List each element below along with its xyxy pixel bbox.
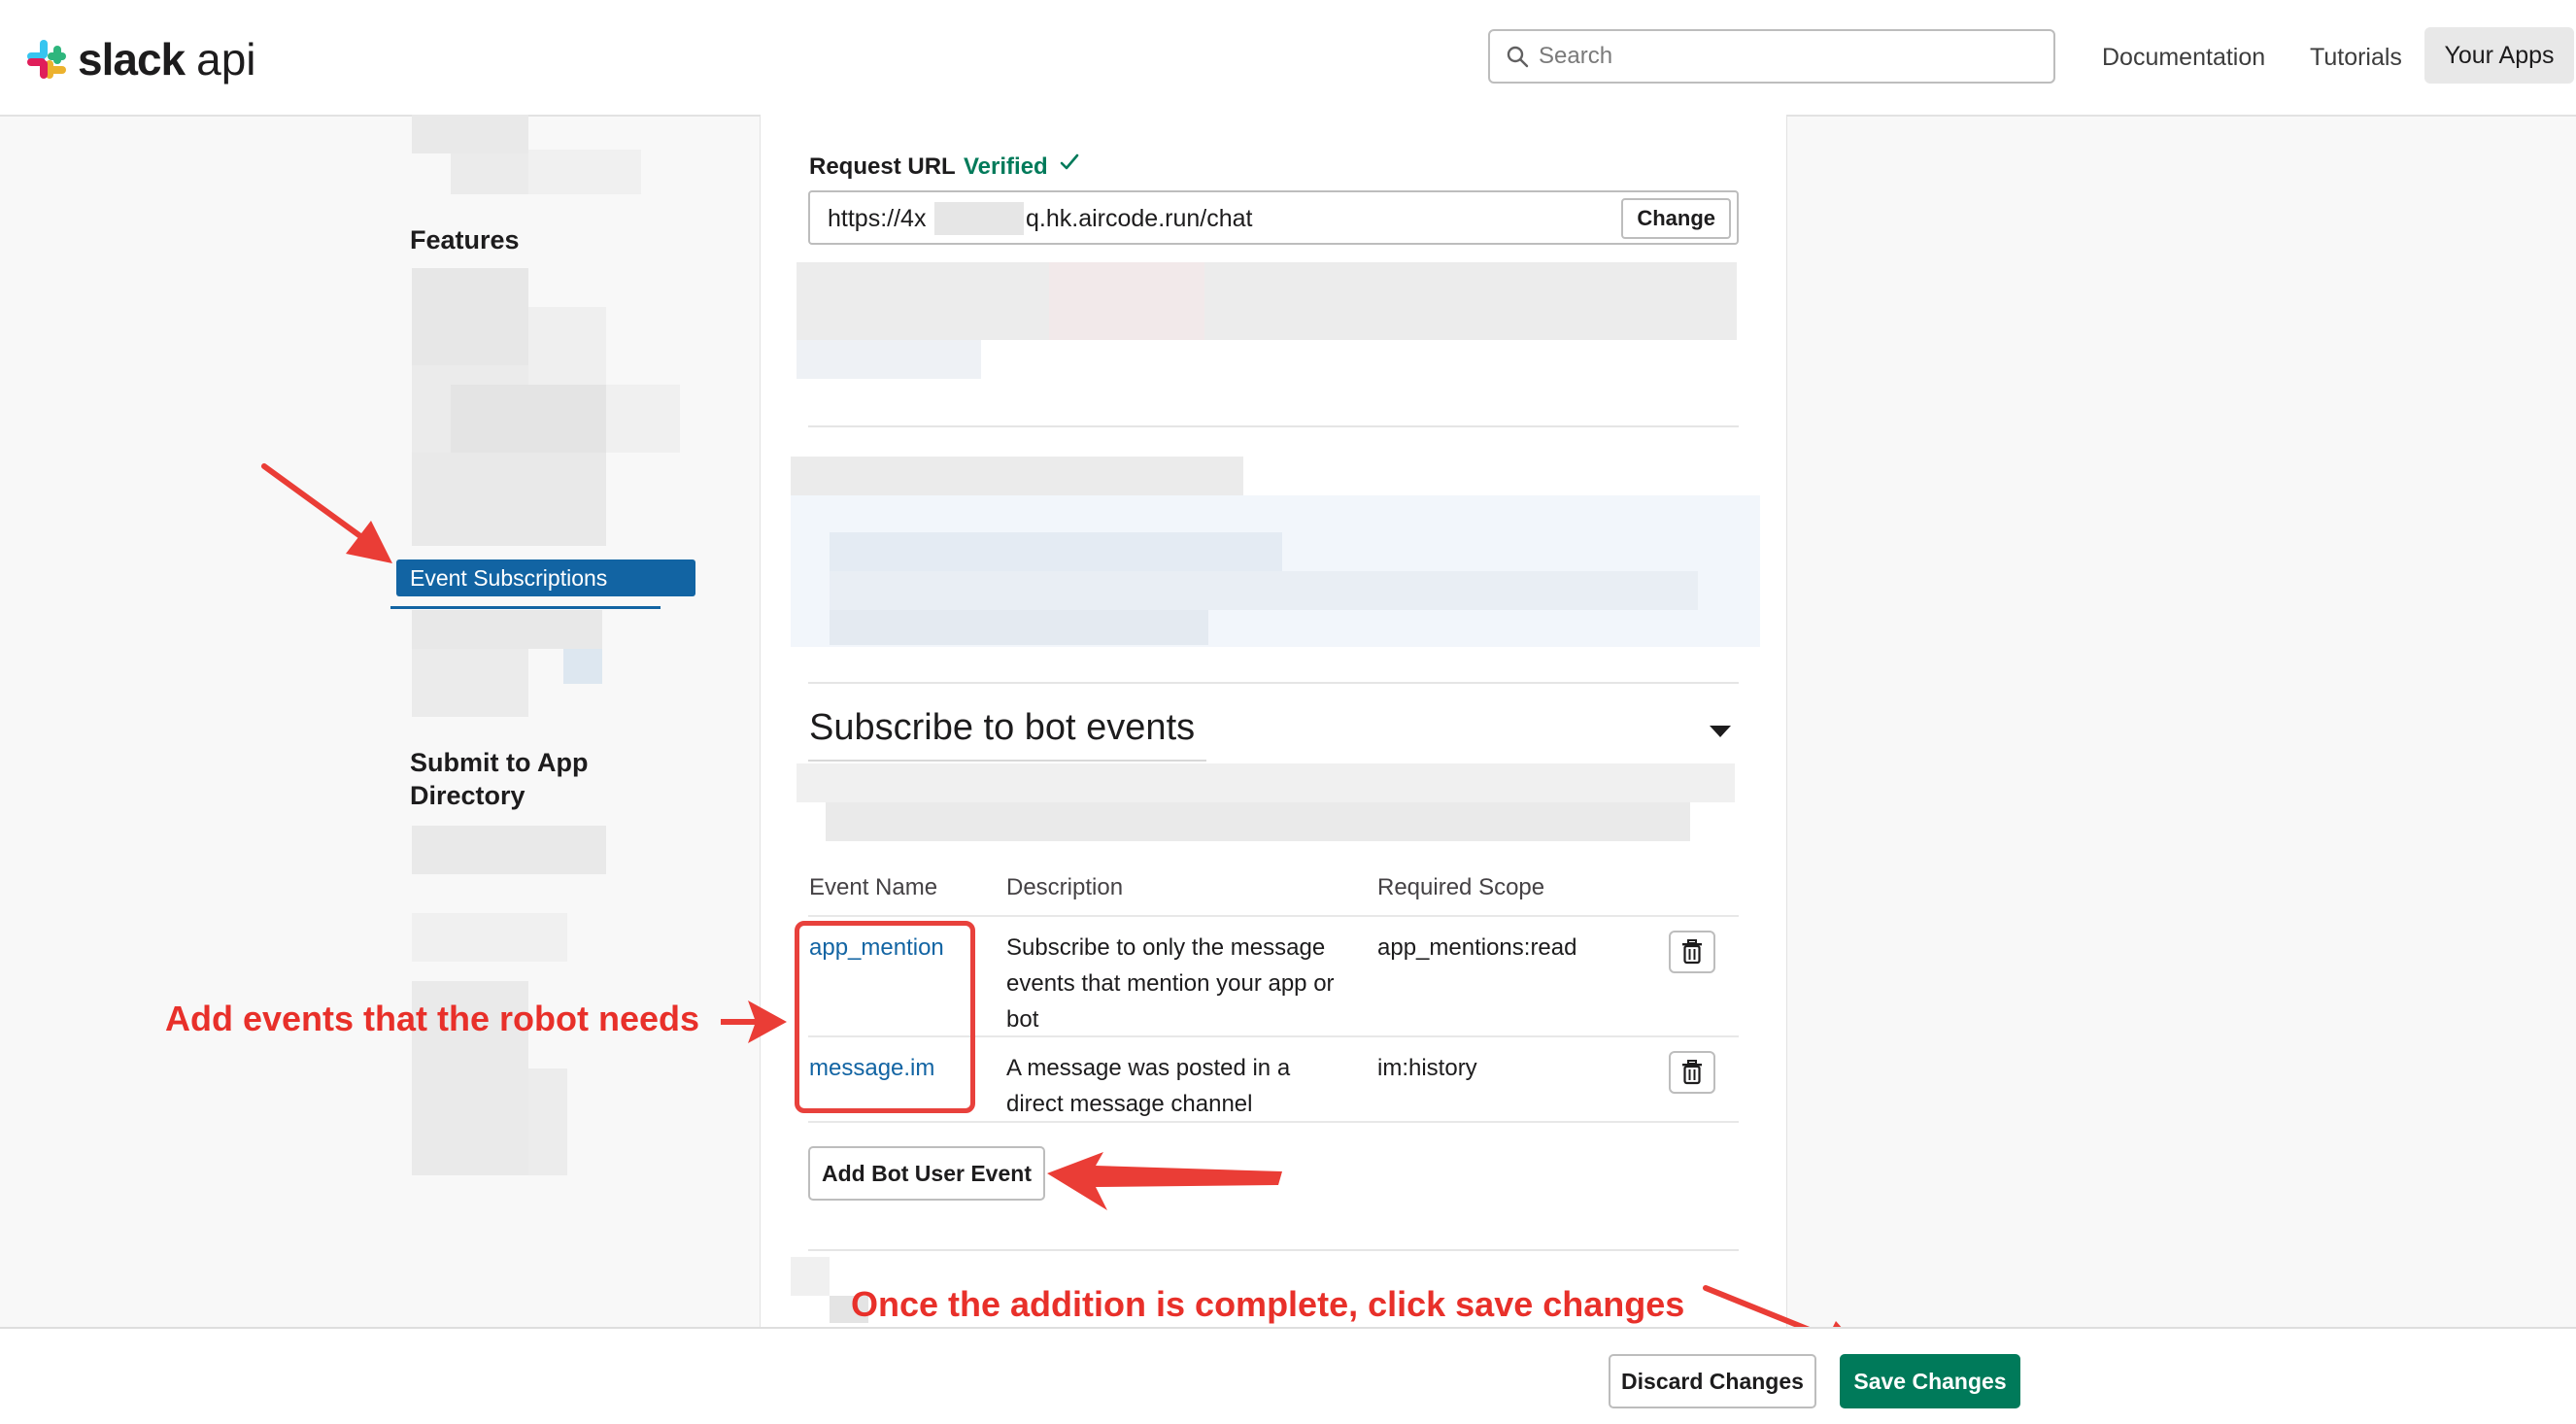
sidebar-heading-features: Features (410, 225, 520, 254)
section-divider (808, 425, 1739, 427)
section-divider (808, 1249, 1739, 1251)
search-box[interactable] (1488, 29, 2055, 84)
request-url-suffix: q.hk.aircode.run/chat (1026, 205, 1253, 232)
delete-event-button[interactable] (1669, 1051, 1715, 1094)
sidebar-active-underline (390, 606, 661, 609)
check-icon (1060, 153, 1079, 170)
sidebar-heading-submit: Submit to App Directory (410, 748, 589, 810)
save-changes-button[interactable]: Save Changes (1840, 1354, 2020, 1408)
search-input[interactable] (1539, 43, 2044, 70)
annotation-save-hint: Once the addition is complete, click sav… (851, 1284, 1685, 1324)
column-header-description: Description (1006, 874, 1124, 900)
slack-logo-icon (27, 40, 66, 79)
trash-icon (1682, 1060, 1702, 1085)
column-header-event-name: Event Name (809, 874, 938, 900)
column-header-required-scope: Required Scope (1377, 874, 1545, 900)
blurred-sidebar-middle (412, 610, 606, 719)
bottom-action-bar: Discard Changes Save Changes (0, 1327, 2576, 1424)
table-row-divider (808, 915, 1739, 917)
event-description: Subscribe to only the message events tha… (1006, 934, 1335, 1033)
discard-changes-button[interactable]: Discard Changes (1609, 1354, 1816, 1408)
event-scope: app_mentions:read (1377, 934, 1577, 961)
search-icon (1507, 46, 1529, 68)
request-url-prefix: https://4x (828, 205, 927, 232)
logo-suffix: api (196, 34, 256, 85)
add-bot-user-event-button[interactable]: Add Bot User Event (808, 1146, 1045, 1201)
nav-tutorials[interactable]: Tutorials (2310, 33, 2402, 82)
blurred-url-help (797, 262, 1737, 381)
nav-documentation[interactable]: Documentation (2102, 33, 2265, 82)
blurred-sidebar-features (412, 268, 684, 550)
top-header: slack api Documentation Tutorials Your A… (0, 0, 2576, 117)
blurred-sidebar-top (412, 115, 645, 196)
logo-word: slack (78, 34, 186, 85)
request-url-label: Request URL (809, 153, 956, 180)
nav-your-apps[interactable]: Your Apps (2424, 27, 2574, 84)
annotation-add-events: Add events that the robot needs (165, 999, 700, 1038)
sidebar-item-event-subscriptions[interactable]: Event Subscriptions (396, 559, 695, 596)
change-url-button[interactable]: Change (1621, 198, 1731, 239)
slack-api-logo[interactable]: slack api (25, 33, 256, 85)
event-description: A message was posted in a direct message… (1006, 1055, 1291, 1117)
event-scope: im:history (1377, 1055, 1477, 1081)
delete-event-button[interactable] (1669, 931, 1715, 973)
collapse-caret-icon[interactable] (1708, 723, 1733, 740)
title-underline (808, 760, 1206, 762)
table-row-divider (808, 1121, 1739, 1123)
trash-icon (1682, 939, 1702, 965)
arrow-to-event-subscriptions (261, 463, 392, 563)
blurred-section-desc (797, 763, 1735, 847)
redacted-url-segment (934, 202, 1024, 235)
blurred-info-panel (791, 457, 1760, 647)
request-url-field[interactable]: https://4x q.hk.aircode.run/chat Change (808, 190, 1739, 245)
subscribe-bot-events-title: Subscribe to bot events (809, 707, 1196, 748)
verified-status: Verified (964, 153, 1048, 180)
section-divider (808, 682, 1739, 684)
event-names-highlight-box (795, 921, 975, 1113)
